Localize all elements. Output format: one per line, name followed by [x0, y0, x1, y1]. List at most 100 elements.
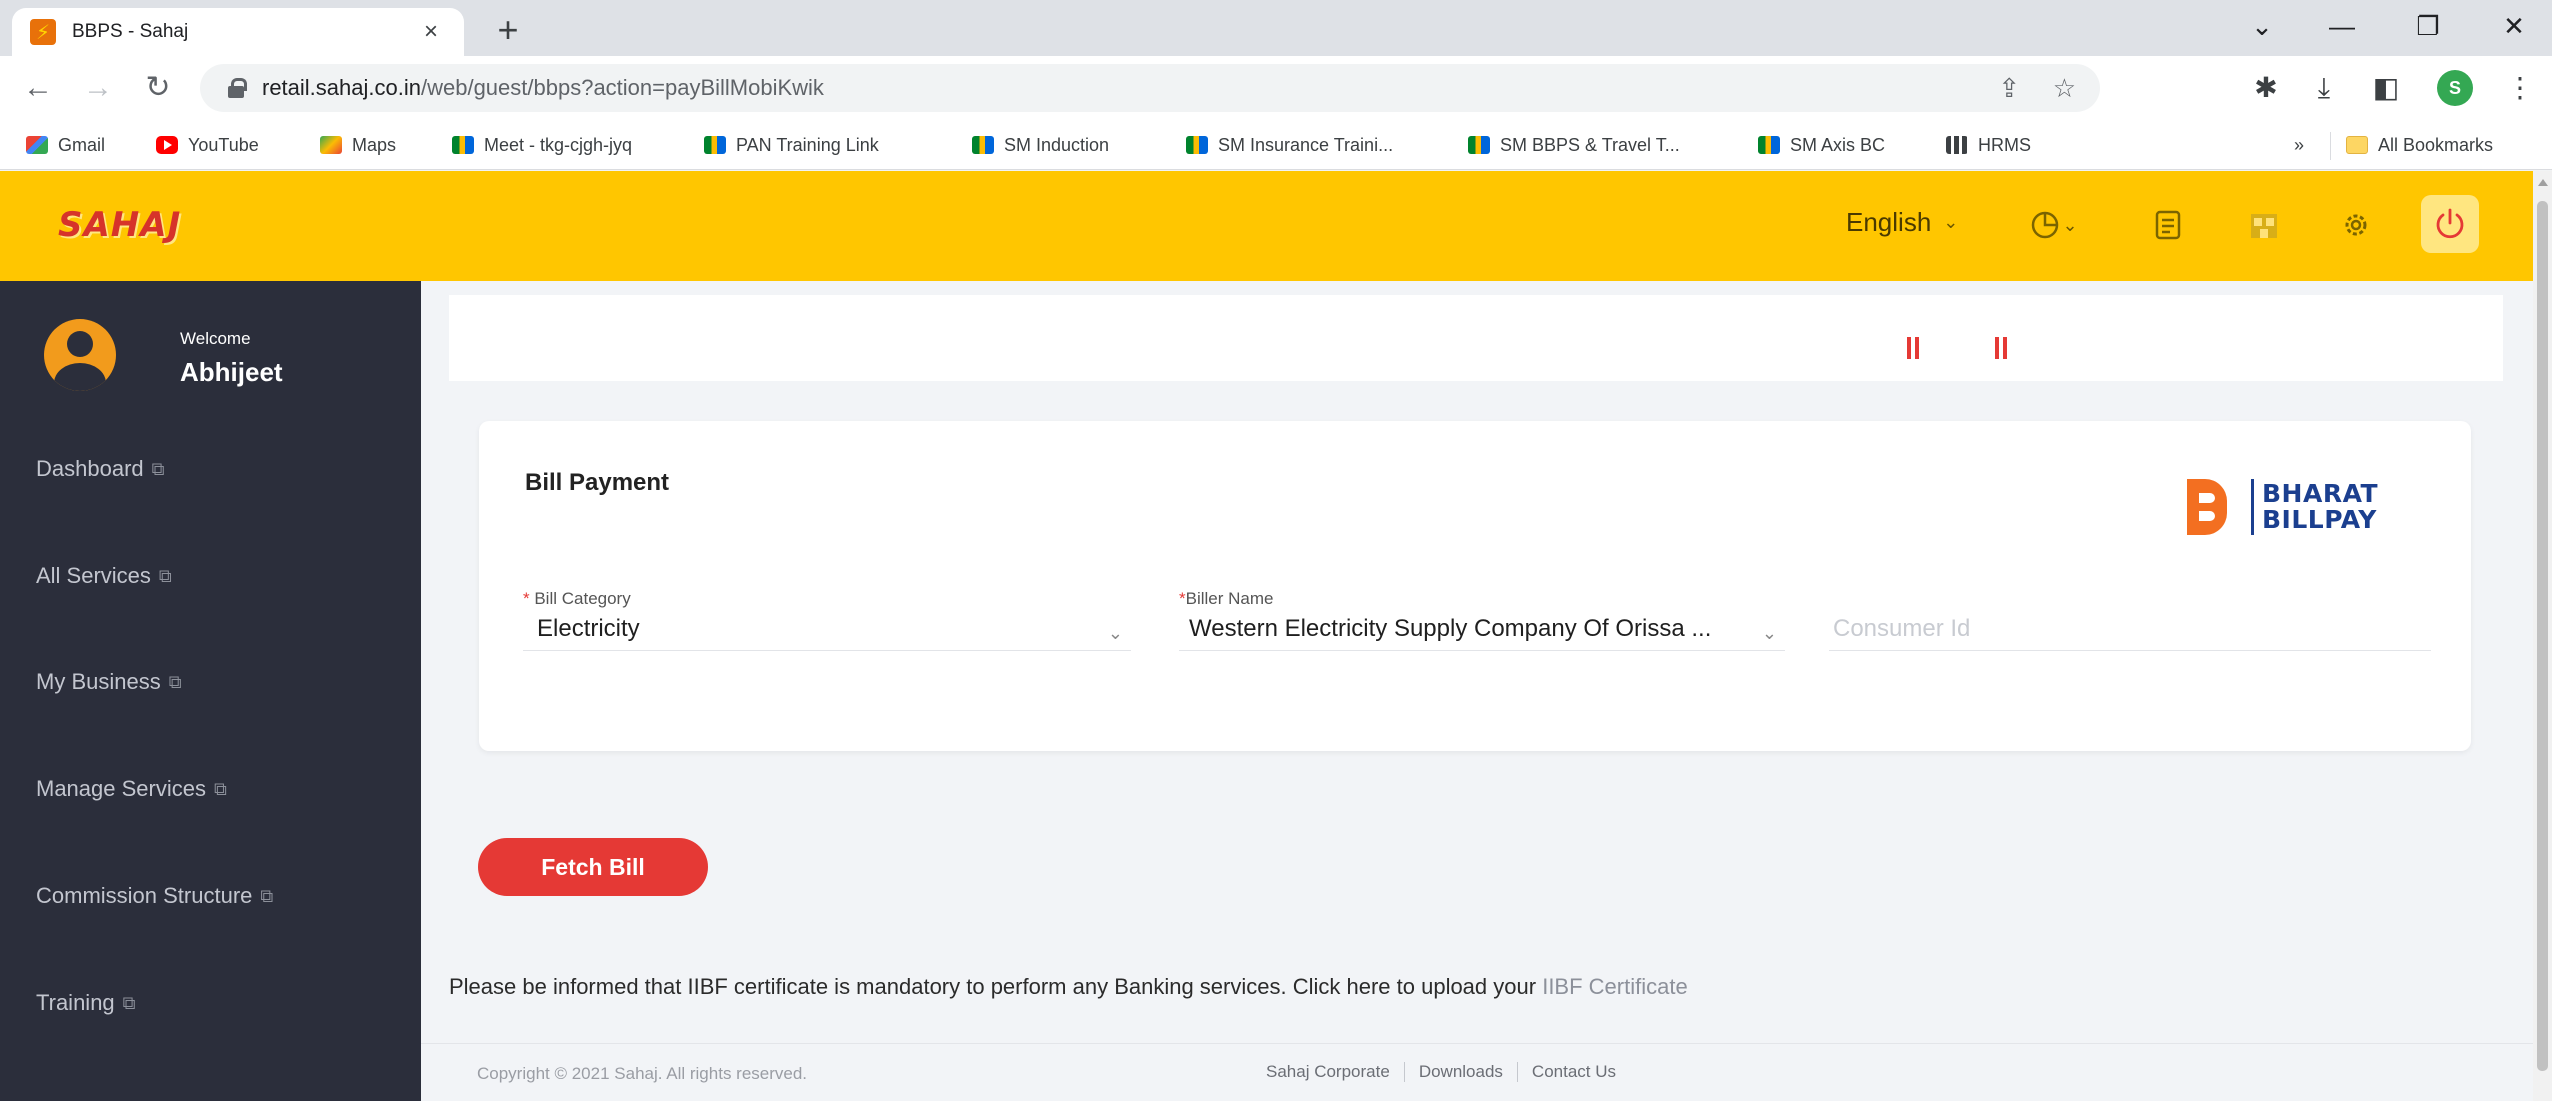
bookmark-meet[interactable]: Meet - tkg-cjgh-jyq [452, 132, 632, 158]
bookmark-sm-bbps-travel[interactable]: SM BBPS & Travel T... [1468, 132, 1680, 158]
address-bar[interactable]: retail.sahaj.co.in/web/guest/bbps?action… [200, 64, 2100, 112]
fetch-bill-button[interactable]: Fetch Bill [478, 838, 708, 896]
main-content: Bill Payment BHARAT BILLPAY * Bill Catego… [421, 281, 2533, 1101]
bookmark-label: SM Induction [1004, 134, 1110, 155]
consumer-id-input[interactable] [1829, 611, 2431, 647]
scroll-up-arrow-icon[interactable] [2538, 179, 2548, 186]
app-header: SAHAJ English ⌄ ⌄ [0, 171, 2533, 281]
sidebar-item-training[interactable]: Training ⧉ [36, 990, 136, 1016]
logout-button[interactable] [2421, 195, 2479, 253]
announcement-ticker [449, 295, 2503, 381]
tab-search-icon[interactable]: ⌄ [2232, 6, 2292, 46]
bookmark-sm-induction[interactable]: SM Induction [972, 132, 1109, 158]
bookmarks-overflow-icon[interactable]: » [2294, 132, 2304, 158]
hrms-icon [1946, 136, 1968, 154]
store-icon[interactable] [2244, 205, 2284, 245]
bookmark-label: Meet - tkg-cjgh-jyq [484, 134, 633, 155]
sidebar-item-label: Commission Structure [36, 883, 253, 908]
url-host: retail.sahaj.co.in [262, 75, 421, 100]
sidebar-item-manage-services[interactable]: Manage Services ⧉ [36, 776, 227, 802]
minimize-button[interactable]: — [2312, 6, 2372, 46]
logo-divider [2251, 479, 2254, 535]
sidebar-item-commission-structure[interactable]: Commission Structure ⧉ [36, 883, 273, 909]
iibf-notice: Please be informed that IIBF certificate… [449, 974, 1688, 1000]
footer-link-contact-us[interactable]: Contact Us [1518, 1062, 1630, 1082]
biller-name-value: Western Electricity Supply Company Of Or… [1189, 615, 1712, 642]
youtube-icon [156, 136, 178, 154]
bookmark-maps[interactable]: Maps [320, 132, 396, 158]
all-bookmarks[interactable]: All Bookmarks [2346, 132, 2493, 158]
language-value: English [1846, 207, 1932, 237]
footer-link-sahaj-corporate[interactable]: Sahaj Corporate [1266, 1062, 1405, 1082]
tab-close-icon[interactable]: × [416, 18, 446, 46]
language-selector[interactable]: English ⌄ [1846, 207, 1958, 238]
sidebar-item-label: Dashboard [36, 456, 144, 481]
reports-icon[interactable] [2148, 205, 2188, 245]
bookmark-hrms[interactable]: HRMS [1946, 132, 2031, 158]
meet-icon [452, 136, 474, 154]
meet-icon [704, 136, 726, 154]
card-title: Bill Payment [525, 469, 670, 496]
all-bookmarks-label: All Bookmarks [2378, 134, 2494, 155]
sidebar-item-dashboard[interactable]: Dashboard ⧉ [36, 456, 165, 482]
share-icon[interactable]: ⇪ [1998, 72, 2020, 104]
scrollbar-thumb[interactable] [2537, 201, 2548, 1071]
profile-avatar[interactable]: S [2437, 70, 2473, 106]
external-link-icon: ⧉ [158, 565, 172, 586]
chevron-down-icon: ⌄ [1107, 623, 1123, 643]
side-panel-icon[interactable]: ◧ [2366, 70, 2406, 106]
settings-gear-icon[interactable] [2336, 205, 2376, 245]
bookmark-sm-axis-bc[interactable]: SM Axis BC [1758, 132, 1885, 158]
bookmark-gmail[interactable]: Gmail [26, 132, 105, 158]
external-link-icon: ⧉ [213, 778, 227, 799]
external-link-icon: ⧉ [168, 671, 182, 692]
user-avatar-icon [44, 319, 116, 391]
wallet-dropdown[interactable]: ⌄ [2018, 205, 2088, 245]
bill-category-select[interactable]: * Bill Category Electricity ⌄ [523, 589, 1131, 651]
bookmarks-bar: Gmail YouTube Maps Meet - tkg-cjgh-jyq P… [0, 120, 2552, 170]
new-tab-button[interactable]: + [488, 10, 528, 50]
pause-icon[interactable] [1995, 337, 2007, 359]
sahaj-favicon-icon: ⚡ [30, 19, 56, 45]
meet-icon [1186, 136, 1208, 154]
welcome-text: Welcome [180, 329, 251, 348]
back-arrow-icon[interactable]: ← [18, 68, 58, 108]
bookmark-star-icon[interactable]: ☆ [2053, 72, 2076, 104]
browser-tab-active[interactable]: ⚡ BBPS - Sahaj × [12, 8, 464, 56]
bharat-billpay-b-icon [2187, 479, 2243, 535]
pause-icon[interactable] [1907, 337, 1919, 359]
reload-icon[interactable]: ↻ [138, 68, 178, 108]
footer-link-downloads[interactable]: Downloads [1405, 1062, 1518, 1082]
folder-icon [2346, 136, 2368, 154]
menu-kebab-icon[interactable]: ⋮ [2500, 70, 2540, 106]
restore-button[interactable]: ❐ [2398, 6, 2458, 46]
biller-name-label: *Biller Name [1179, 589, 1274, 608]
sidebar-item-all-services[interactable]: All Services ⧉ [36, 563, 172, 589]
bookmark-label: HRMS [1978, 134, 2031, 155]
meet-icon [972, 136, 994, 154]
bookmark-sm-insurance[interactable]: SM Insurance Traini... [1186, 132, 1393, 158]
sidebar-item-my-business[interactable]: My Business ⧉ [36, 669, 182, 695]
biller-name-select[interactable]: *Biller Name Western Electricity Supply … [1179, 589, 1785, 651]
bookmark-label: Maps [352, 134, 397, 155]
tab-title: BBPS - Sahaj [72, 21, 189, 42]
sidebar-item-label: My Business [36, 669, 161, 694]
sahaj-logo[interactable]: SAHAJ [58, 205, 181, 245]
bookmark-label: PAN Training Link [736, 134, 879, 155]
download-icon[interactable]: ⤓ [2304, 70, 2344, 106]
lock-icon[interactable] [228, 78, 247, 98]
extensions-icon[interactable]: ✱ [2246, 70, 2286, 106]
close-window-button[interactable]: ✕ [2484, 6, 2544, 46]
bookmark-label: SM Axis BC [1790, 134, 1886, 155]
bookmark-pan-training[interactable]: PAN Training Link [704, 132, 879, 158]
iibf-certificate-link[interactable]: IIBF Certificate [1542, 974, 1687, 999]
bookmarks-divider [2330, 132, 2331, 160]
sidebar: Welcome Abhijeet Dashboard ⧉ All Services… [0, 281, 421, 1101]
footer-links: Sahaj Corporate Downloads Contact Us [1266, 1062, 1630, 1082]
bookmark-youtube[interactable]: YouTube [156, 132, 259, 158]
chevron-down-icon: ⌄ [1761, 623, 1777, 643]
bill-category-label: * Bill Category [523, 589, 631, 608]
page-scrollbar[interactable] [2533, 171, 2552, 1101]
forward-arrow-icon[interactable]: → [78, 68, 118, 108]
bill-payment-card: Bill Payment BHARAT BILLPAY * Bill Catego… [479, 421, 2471, 751]
